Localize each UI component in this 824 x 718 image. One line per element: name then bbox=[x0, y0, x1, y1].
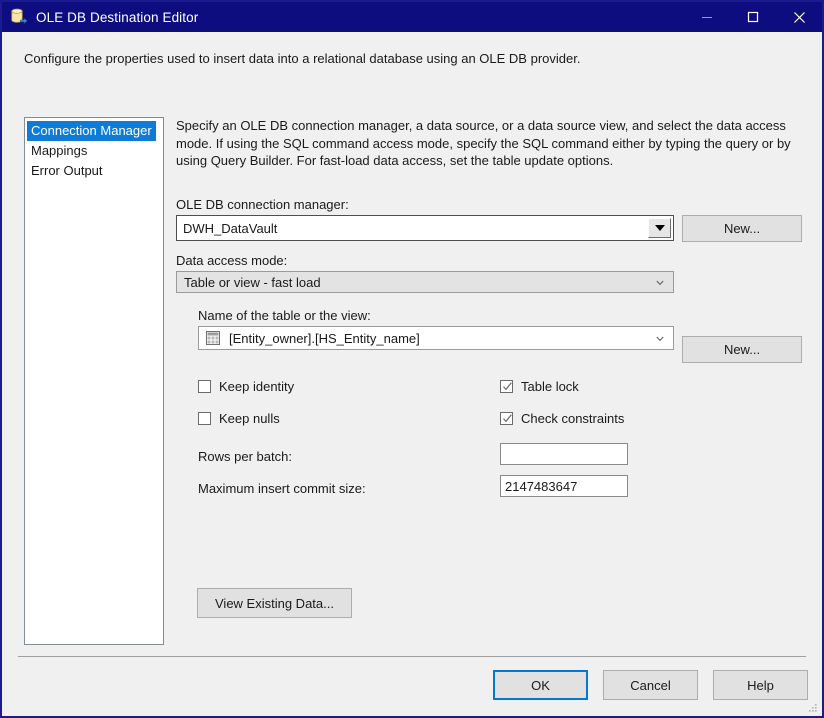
sidebar-item-label: Mappings bbox=[31, 143, 88, 158]
sidebar-item-label: Error Output bbox=[31, 163, 103, 178]
new-table-button[interactable]: New... bbox=[682, 336, 802, 363]
view-existing-data-button[interactable]: View Existing Data... bbox=[197, 588, 352, 618]
keep-identity-label: Keep identity bbox=[219, 379, 295, 394]
title-bar[interactable]: OLE DB Destination Editor bbox=[2, 2, 822, 32]
max-insert-commit-size-label: Maximum insert commit size: bbox=[198, 481, 366, 496]
check-constraints-label: Check constraints bbox=[521, 411, 625, 426]
window-controls bbox=[684, 2, 822, 32]
check-constraints-checkbox[interactable]: Check constraints bbox=[500, 411, 624, 426]
table-grid-icon bbox=[206, 331, 220, 345]
table-or-view-value: [Entity_owner].[HS_Entity_name] bbox=[229, 330, 420, 346]
checkbox-box bbox=[198, 412, 211, 425]
database-destination-icon bbox=[10, 8, 28, 26]
minimize-button[interactable] bbox=[684, 2, 730, 32]
dialog-description: Configure the properties used to insert … bbox=[2, 32, 822, 85]
table-or-view-label: Name of the table or the view: bbox=[198, 308, 371, 323]
max-insert-commit-size-input[interactable]: 2147483647 bbox=[500, 475, 628, 497]
ole-db-destination-editor-window: OLE DB Destination Editor Configure the … bbox=[0, 0, 824, 718]
table-lock-checkbox[interactable]: Table lock bbox=[500, 379, 579, 394]
help-button[interactable]: Help bbox=[713, 670, 808, 700]
sidebar-item-connection-manager[interactable]: Connection Manager bbox=[25, 121, 163, 141]
chevron-down-icon bbox=[656, 280, 664, 286]
window-title: OLE DB Destination Editor bbox=[36, 9, 199, 25]
check-icon bbox=[503, 414, 512, 423]
close-button[interactable] bbox=[776, 2, 822, 32]
connection-manager-combobox[interactable]: DWH_DataVault bbox=[176, 215, 674, 241]
maximize-button[interactable] bbox=[730, 2, 776, 32]
keep-nulls-checkbox[interactable]: Keep nulls bbox=[198, 411, 280, 426]
resize-grip-icon[interactable] bbox=[806, 701, 818, 713]
connection-manager-value: DWH_DataVault bbox=[183, 220, 278, 236]
checkbox-box bbox=[198, 380, 211, 393]
connection-manager-page: Specify an OLE DB connection manager, a … bbox=[176, 85, 806, 655]
cancel-button[interactable]: Cancel bbox=[603, 670, 698, 700]
ok-button[interactable]: OK bbox=[493, 670, 588, 700]
rows-per-batch-input[interactable] bbox=[500, 443, 628, 465]
chevron-down-icon bbox=[656, 336, 664, 342]
rows-per-batch-label: Rows per batch: bbox=[198, 449, 292, 464]
keep-identity-checkbox[interactable]: Keep identity bbox=[198, 379, 294, 394]
dialog-footer: OK Cancel Help bbox=[2, 655, 822, 716]
new-connection-manager-button[interactable]: New... bbox=[682, 215, 802, 242]
sidebar-item-error-output[interactable]: Error Output bbox=[25, 161, 163, 181]
data-access-mode-value: Table or view - fast load bbox=[184, 274, 321, 290]
page-instructions: Specify an OLE DB connection manager, a … bbox=[176, 118, 791, 168]
checkbox-box bbox=[500, 412, 513, 425]
table-or-view-combobox[interactable]: [Entity_owner].[HS_Entity_name] bbox=[198, 326, 674, 350]
data-access-mode-combobox[interactable]: Table or view - fast load bbox=[176, 271, 674, 293]
connection-manager-label: OLE DB connection manager: bbox=[176, 197, 349, 212]
sidebar-item-mappings[interactable]: Mappings bbox=[25, 141, 163, 161]
sidebar-item-label: Connection Manager bbox=[27, 121, 156, 141]
footer-separator bbox=[18, 656, 806, 657]
page-list[interactable]: Connection Manager Mappings Error Output bbox=[24, 117, 164, 645]
table-lock-label: Table lock bbox=[521, 379, 579, 394]
keep-nulls-label: Keep nulls bbox=[219, 411, 280, 426]
check-icon bbox=[503, 382, 512, 391]
data-access-mode-label: Data access mode: bbox=[176, 253, 288, 268]
chevron-down-icon[interactable] bbox=[648, 218, 671, 238]
dialog-body: Connection Manager Mappings Error Output… bbox=[2, 85, 822, 655]
checkbox-box bbox=[500, 380, 513, 393]
